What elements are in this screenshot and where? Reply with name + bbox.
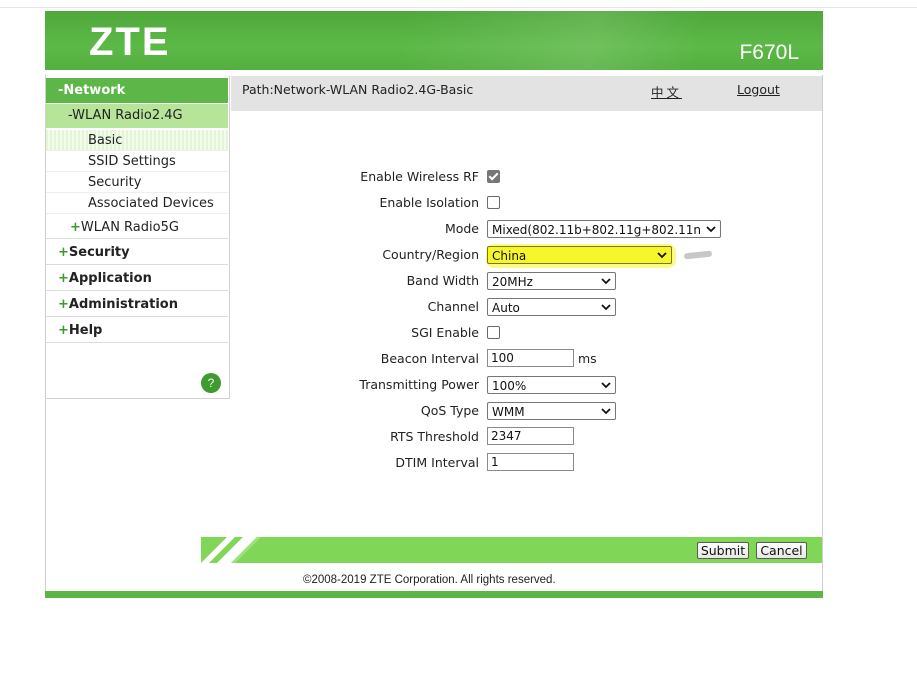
- plus-icon: +: [58, 271, 69, 286]
- smudge-mark: [683, 250, 713, 260]
- help-icon[interactable]: ?: [201, 373, 221, 393]
- zte-logo: ZTE: [89, 20, 171, 64]
- sidebar-item-associated-devices[interactable]: Associated Devices: [46, 193, 228, 214]
- cancel-button[interactable]: Cancel: [756, 542, 807, 559]
- band-width-value: 20MHz: [492, 275, 533, 289]
- frame-right-border: [822, 75, 823, 592]
- country-region-label: Country/Region: [382, 247, 479, 262]
- chevron-down-icon: [601, 382, 611, 389]
- header-banner: ZTE F670L: [45, 11, 823, 70]
- copyright-text: ©2008-2019 ZTE Corporation. All rights r…: [303, 574, 556, 586]
- plus-icon: +: [70, 220, 81, 235]
- mode-value: Mixed(802.11b+802.11g+802.11n: [492, 223, 702, 237]
- breadcrumb: Path:Network-WLAN Radio2.4G-Basic: [242, 82, 474, 97]
- chevron-down-icon: [601, 408, 611, 415]
- logout-link[interactable]: Logout: [737, 82, 780, 97]
- enable-wireless-rf-label: Enable Wireless RF: [360, 169, 479, 184]
- sgi-enable-checkbox[interactable]: [487, 326, 500, 339]
- sidebar-item-label: Security: [68, 245, 130, 260]
- chevron-down-icon: [601, 304, 611, 311]
- sidebar-item-label: Help: [68, 323, 103, 338]
- country-region-value: China: [492, 249, 527, 263]
- plus-icon: +: [58, 323, 69, 338]
- sidebar-item-label: Administration: [68, 297, 178, 312]
- sgi-enable-label: SGI Enable: [411, 325, 479, 340]
- channel-value: Auto: [492, 301, 520, 315]
- sidebar-item-wlan-radio-24g[interactable]: -WLAN Radio2.4G: [46, 104, 228, 128]
- language-link[interactable]: 中文: [651, 82, 682, 101]
- sidebar-item-label: Application: [68, 271, 152, 286]
- beacon-interval-label: Beacon Interval: [380, 351, 479, 366]
- sidebar-item-label: WLAN Radio5G: [80, 220, 179, 235]
- enable-isolation-label: Enable Isolation: [379, 195, 479, 210]
- transmitting-power-value: 100%: [492, 379, 527, 393]
- sidebar-item-help[interactable]: +Help: [46, 318, 228, 343]
- sidebar-item-security-sub[interactable]: Security: [46, 172, 228, 193]
- sidebar-item-ssid-settings[interactable]: SSID Settings: [46, 151, 228, 172]
- path-bar: Path:Network-WLAN Radio2.4G-Basic 中文 Log…: [231, 76, 822, 111]
- sidebar-item-wlan-radio-5g[interactable]: +WLAN Radio5G: [46, 217, 228, 239]
- channel-select[interactable]: Auto: [487, 298, 616, 316]
- country-region-select[interactable]: China: [487, 246, 672, 264]
- plus-icon: +: [58, 245, 69, 260]
- dtim-interval-label: DTIM Interval: [395, 455, 479, 470]
- beacon-interval-input[interactable]: 100: [487, 349, 574, 367]
- mode-select[interactable]: Mixed(802.11b+802.11g+802.11n: [487, 220, 721, 238]
- band-width-label: Band Width: [406, 273, 479, 288]
- browser-top-line: [0, 7, 917, 8]
- transmitting-power-label: Transmitting Power: [359, 377, 479, 392]
- sidebar-item-network[interactable]: -Network: [46, 78, 228, 103]
- sidebar-item-application[interactable]: +Application: [46, 266, 228, 291]
- rts-threshold-label: RTS Threshold: [390, 429, 479, 444]
- dtim-interval-input[interactable]: 1: [487, 453, 574, 471]
- chevron-down-icon: [657, 252, 667, 259]
- rts-threshold-input[interactable]: 2347: [487, 427, 574, 445]
- band-width-select[interactable]: 20MHz: [487, 272, 616, 290]
- bottom-bar: [45, 591, 823, 598]
- sidebar: -Network -WLAN Radio2.4G Basic SSID Sett…: [46, 76, 230, 399]
- enable-wireless-rf-checkbox[interactable]: [487, 170, 500, 183]
- channel-label: Channel: [427, 299, 479, 314]
- qos-type-label: QoS Type: [420, 403, 479, 418]
- sidebar-item-basic[interactable]: Basic: [46, 130, 228, 151]
- qos-type-value: WMM: [492, 405, 525, 419]
- device-model: F670L: [739, 41, 799, 64]
- chevron-down-icon: [601, 278, 611, 285]
- sidebar-item-administration[interactable]: +Administration: [46, 292, 228, 317]
- qos-type-select[interactable]: WMM: [487, 402, 616, 420]
- enable-isolation-checkbox[interactable]: [487, 196, 500, 209]
- transmitting-power-select[interactable]: 100%: [487, 376, 616, 394]
- beacon-interval-unit: ms: [578, 351, 597, 366]
- chevron-down-icon: [705, 223, 717, 235]
- submit-button[interactable]: Submit: [697, 542, 749, 559]
- plus-icon: +: [58, 297, 69, 312]
- mode-label: Mode: [444, 221, 479, 236]
- sidebar-item-security[interactable]: +Security: [46, 240, 228, 265]
